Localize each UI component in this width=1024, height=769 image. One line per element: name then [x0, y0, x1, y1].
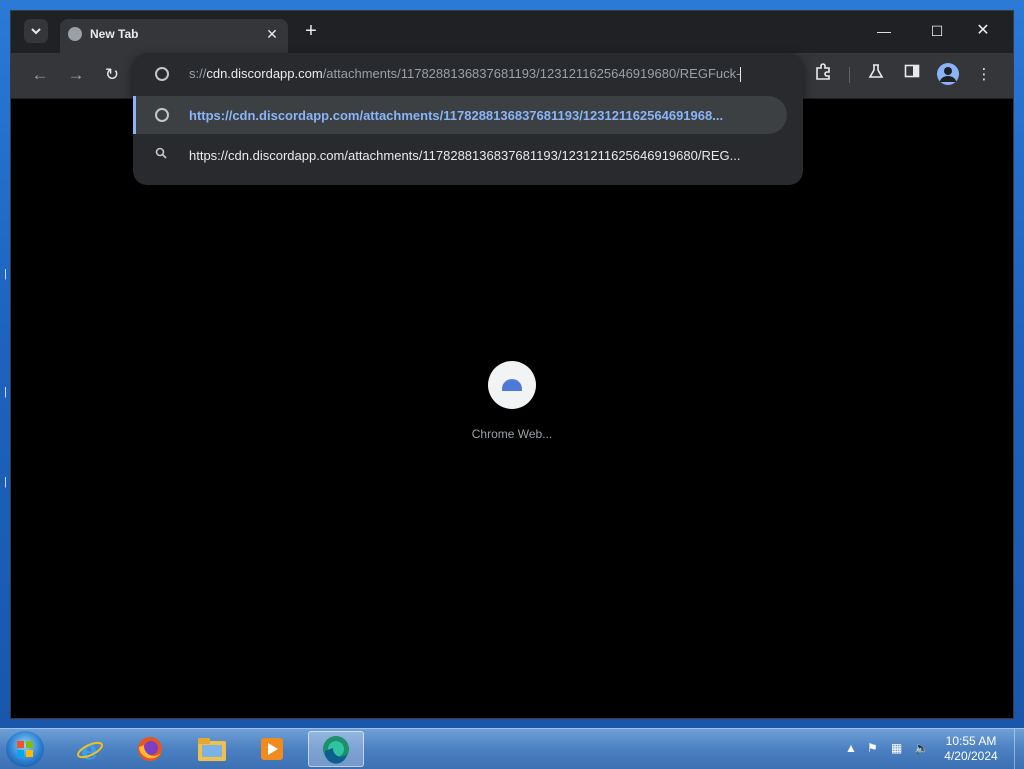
media-player-icon[interactable]	[244, 731, 300, 767]
back-button[interactable]: ←	[28, 63, 52, 87]
firefox-icon[interactable]	[122, 731, 178, 767]
tab-close-icon[interactable]: ✕	[262, 24, 282, 44]
system-clock[interactable]: 10:55 AM 4/20/2024	[936, 734, 1006, 764]
menu-icon[interactable]: ⋮	[972, 63, 996, 87]
svg-text:e: e	[81, 736, 98, 763]
title-bar: New Tab ✕ + — ☐ ✕	[11, 11, 1013, 53]
web-store-icon	[502, 379, 522, 391]
profile-avatar[interactable]	[937, 63, 959, 85]
search-icon	[155, 147, 167, 162]
show-desktop-button[interactable]	[1014, 729, 1024, 769]
forward-button[interactable]: →	[64, 63, 88, 87]
globe-icon	[155, 67, 169, 81]
edge-icon[interactable]	[308, 731, 364, 767]
shortcut-chrome-web-store[interactable]	[488, 361, 536, 409]
clock-date: 4/20/2024	[944, 749, 998, 763]
suggestion-url[interactable]: https://cdn.discordapp.com/attachments/1…	[133, 96, 787, 134]
chrome-window: New Tab ✕ + — ☐ ✕ ← → ↻ ⋮ s://cdn.discor…	[10, 10, 1014, 719]
text-caret	[740, 67, 742, 83]
address-input[interactable]: s://cdn.discordapp.com/attachments/11782…	[189, 66, 783, 83]
suggestion-url-text: https://cdn.discordapp.com/attachments/1…	[189, 108, 724, 123]
tab-search-button[interactable]	[24, 19, 48, 43]
suggestion-search-text: https://cdn.discordapp.com/attachments/1…	[189, 148, 741, 163]
action-center-flag-icon[interactable]: ⚑	[867, 741, 878, 755]
reload-button[interactable]: ↻	[100, 63, 124, 87]
taskbar: e ▲ ⚑ ▦ 🔈 10:55 AM 4/20/2024	[0, 728, 1024, 769]
globe-icon	[155, 108, 169, 122]
windows-logo-icon	[17, 741, 33, 757]
volume-muted-icon[interactable]: 🔈	[914, 741, 929, 755]
shortcut-label: Chrome Web...	[471, 427, 553, 441]
show-hidden-icons-icon[interactable]: ▲	[845, 741, 857, 755]
omnibox-dropdown: s://cdn.discordapp.com/attachments/11782…	[133, 53, 803, 185]
close-window-icon[interactable]: ✕	[968, 20, 998, 42]
minimize-icon[interactable]: —	[869, 20, 899, 42]
address-bar[interactable]: s://cdn.discordapp.com/attachments/11782…	[133, 53, 803, 95]
toolbar-divider	[849, 67, 850, 83]
maximize-icon[interactable]: ☐	[922, 20, 952, 42]
chevron-down-icon	[31, 28, 41, 35]
labs-flask-icon[interactable]	[864, 63, 888, 87]
clock-time: 10:55 AM	[945, 734, 997, 748]
new-tab-button[interactable]: +	[299, 20, 323, 44]
tab-favicon-icon	[68, 27, 82, 41]
start-button[interactable]	[6, 731, 44, 767]
tab-title: New Tab	[90, 27, 139, 41]
network-icon[interactable]: ▦	[891, 741, 902, 755]
internet-explorer-icon[interactable]: e	[62, 731, 118, 767]
tab-new-tab[interactable]: New Tab ✕	[60, 19, 288, 53]
suggestion-search[interactable]: https://cdn.discordapp.com/attachments/1…	[133, 136, 787, 174]
side-panel-icon[interactable]	[900, 63, 924, 87]
extensions-icon[interactable]	[811, 63, 835, 87]
file-explorer-icon[interactable]	[184, 731, 240, 767]
